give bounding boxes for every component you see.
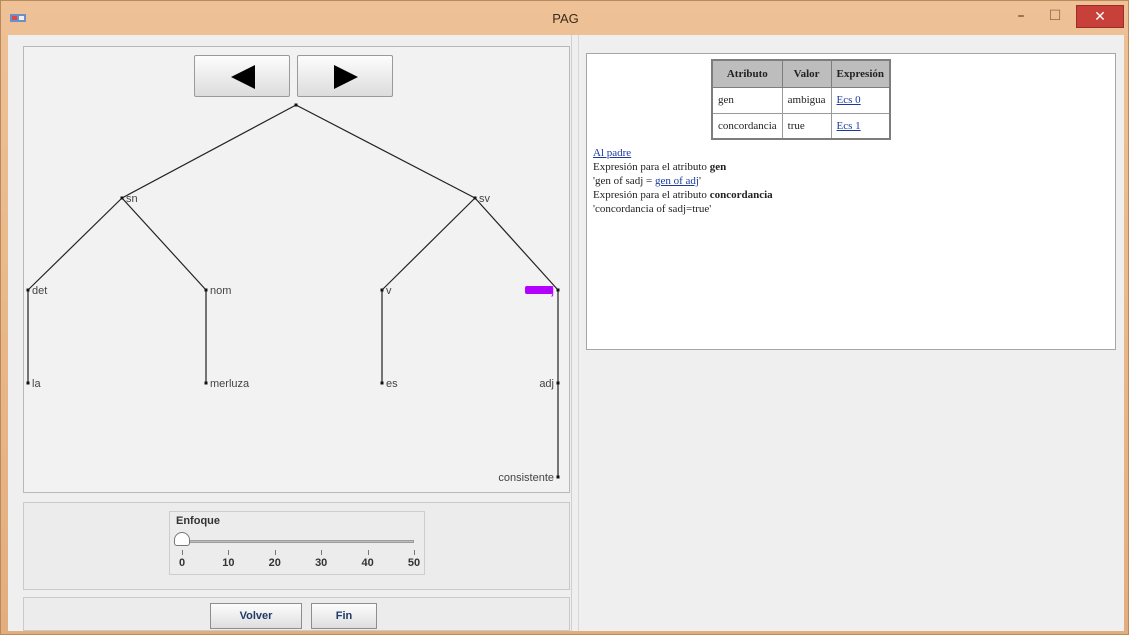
tree-node-label[interactable]: consistente — [498, 472, 554, 484]
right-triangle-icon — [334, 65, 358, 89]
tree-edge — [121, 197, 207, 291]
expression-text: 'gen of sadj = gen of adj' — [593, 175, 701, 187]
next-button[interactable] — [297, 55, 393, 97]
tree-node-label[interactable]: adj — [539, 378, 554, 390]
tree-edge — [295, 104, 476, 199]
zoom-panel: Enfoque 0 10 20 30 40 50 — [23, 502, 570, 590]
previous-button[interactable] — [194, 55, 290, 97]
tree-edge — [474, 197, 559, 291]
minimize-button[interactable]: – — [1007, 5, 1035, 28]
expression-heading: Expresión para el atributo gen — [593, 161, 727, 173]
expression-link[interactable]: Ecs 0 — [837, 94, 861, 106]
slider-tick-label: 50 — [407, 557, 421, 569]
slider-tick-label: 30 — [315, 557, 328, 569]
tree-node-dot[interactable] — [204, 381, 208, 385]
slider-track[interactable] — [182, 540, 414, 543]
close-button[interactable]: ✕ — [1076, 5, 1124, 28]
attribute-table: Atributo Valor Expresión gen ambigua Ecs… — [711, 59, 892, 140]
attribute-info-panel: Atributo Valor Expresión gen ambigua Ecs… — [586, 53, 1116, 350]
tree-node-dot[interactable] — [556, 475, 560, 479]
parse-tree: sn sv det nom v sadj la merluza es adj consistente — [26, 103, 560, 484]
slider-tick-label: 20 — [268, 557, 281, 569]
slider-tick-label: 0 — [178, 557, 186, 569]
tree-node-label[interactable]: es — [386, 378, 398, 390]
attribute-name: gen — [711, 86, 783, 114]
slider-tick — [414, 550, 415, 555]
split-pane-divider[interactable] — [571, 35, 579, 631]
slider-tick-label: 40 — [361, 557, 374, 569]
column-header: Expresión — [830, 59, 891, 88]
tree-node-label[interactable]: sn — [126, 193, 138, 205]
tree-node-dot[interactable] — [120, 196, 124, 200]
tree-node-dot[interactable] — [556, 288, 560, 292]
tree-edge — [121, 104, 297, 199]
table-row: concordancia true Ecs 1 — [711, 112, 891, 140]
tree-node-label[interactable]: det — [32, 285, 47, 297]
volver-button[interactable]: Volver — [210, 603, 302, 629]
tree-node-dot[interactable] — [380, 288, 384, 292]
slider-tick — [367, 550, 369, 555]
column-header: Valor — [781, 59, 832, 88]
tree-node-label[interactable]: nom — [210, 285, 231, 297]
tree-node-dot[interactable] — [473, 196, 477, 200]
dependency-link[interactable]: gen of adj — [655, 175, 699, 187]
tree-node-dot[interactable] — [294, 103, 298, 107]
attribute-value: ambigua — [781, 86, 832, 114]
tree-node-dot[interactable] — [204, 288, 208, 292]
slider-tick — [274, 550, 276, 555]
left-triangle-icon — [231, 65, 255, 89]
column-header: Atributo — [711, 59, 783, 88]
table-header-row: Atributo Valor Expresión — [711, 59, 891, 88]
enfoque-slider-group: Enfoque 0 10 20 30 40 50 — [169, 511, 425, 575]
table-row: gen ambigua Ecs 0 — [711, 86, 891, 114]
slider-tick — [182, 550, 183, 555]
tree-edge — [381, 197, 476, 291]
tree-node-label[interactable]: merluza — [210, 378, 250, 390]
expression-link[interactable]: Ecs 1 — [837, 120, 861, 132]
attribute-name: concordancia — [711, 112, 783, 140]
slider-tick — [228, 550, 230, 555]
tree-panel: sn sv det nom v sadj la merluza es adj consistente — [23, 46, 570, 493]
tree-node-dot[interactable] — [26, 288, 30, 292]
expression-details: Al padre Expresión para el atributo gen … — [593, 146, 773, 216]
expression-text: 'concordancia of sadj=true' — [593, 203, 712, 215]
button-panel: Volver Fin — [23, 597, 570, 631]
tree-edge — [27, 197, 123, 291]
app-window: PAG – ☐ ✕ sn sv det nom v sadj la merluza es adj c… — [0, 0, 1129, 635]
title-bar[interactable]: PAG – ☐ ✕ — [1, 1, 1129, 35]
tree-node-dot[interactable] — [556, 381, 560, 385]
expression-heading: Expresión para el atributo concordancia — [593, 189, 773, 201]
window-title: PAG — [552, 11, 579, 26]
tree-node-label[interactable]: v — [386, 285, 392, 297]
slider-tick — [321, 550, 323, 555]
expression-cell: Ecs 1 — [830, 112, 891, 140]
parent-link[interactable]: Al padre — [593, 147, 631, 159]
slider-label: Enfoque — [176, 515, 220, 527]
attribute-value: true — [781, 112, 832, 140]
content-area: sn sv det nom v sadj la merluza es adj consistente… — [8, 35, 1124, 631]
tree-node-dot[interactable] — [380, 381, 384, 385]
tree-node-dot[interactable] — [26, 381, 30, 385]
slider-thumb[interactable] — [174, 532, 190, 546]
maximize-button[interactable]: ☐ — [1041, 5, 1069, 28]
slider-tick-label: 10 — [222, 557, 235, 569]
expression-cell: Ecs 0 — [830, 86, 891, 114]
tree-node-label[interactable]: sadj — [534, 285, 554, 297]
tree-node-label[interactable]: la — [32, 378, 41, 390]
fin-button[interactable]: Fin — [311, 603, 377, 629]
tree-node-label[interactable]: sv — [479, 193, 491, 205]
